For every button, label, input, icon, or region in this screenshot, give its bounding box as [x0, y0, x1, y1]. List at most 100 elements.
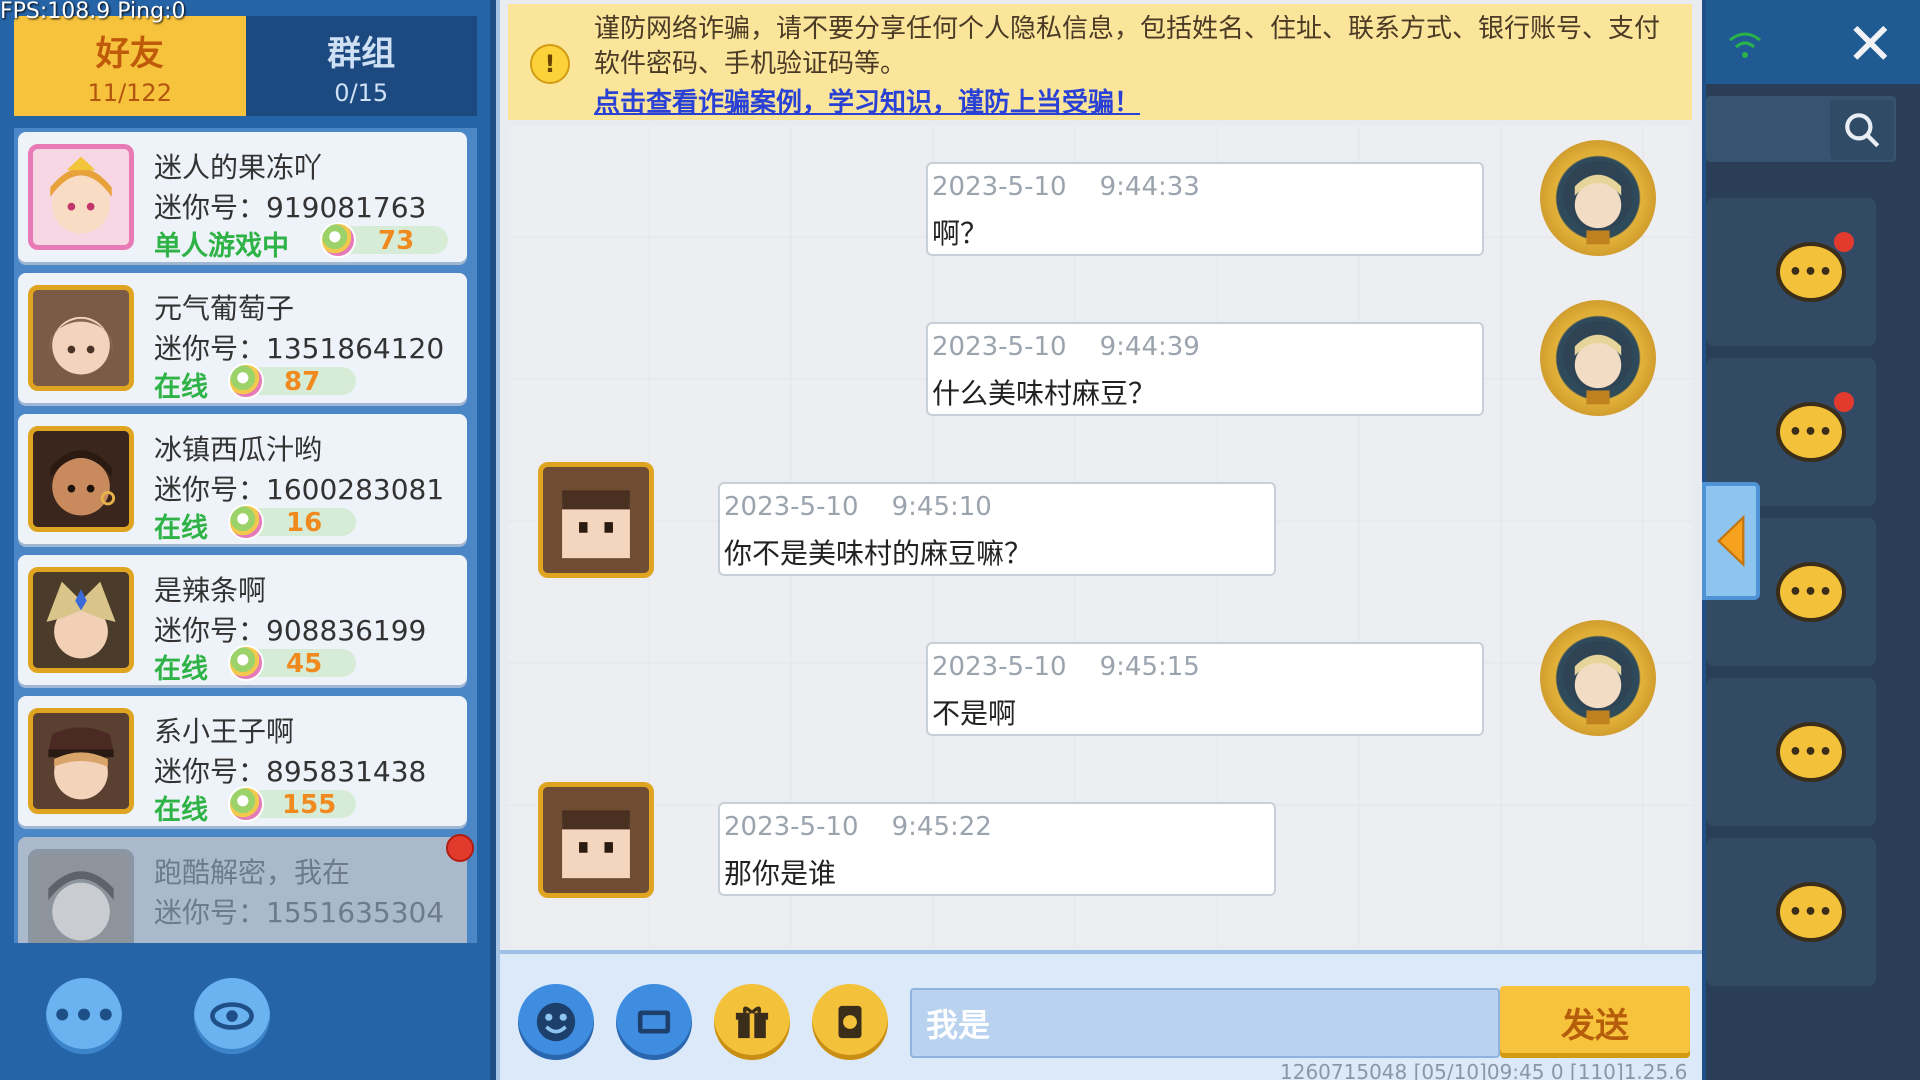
chat-bubble-dots: •••	[1788, 579, 1834, 605]
tab-friends-label: 好友	[95, 33, 164, 74]
notification-dot	[446, 834, 474, 862]
friend-name: 元气葡萄子	[154, 292, 295, 325]
search-button[interactable]	[1830, 100, 1894, 160]
friends-panel: 好友 11/122 群组 0/15 迷人的果冻吖 迷你号：919081763 单…	[0, 0, 490, 1080]
search-icon	[1845, 113, 1880, 148]
friend-status: 在线	[154, 795, 208, 826]
friend-card[interactable]: 系小王子啊 迷你号：895831438 在线 155	[18, 696, 467, 826]
message-text: 那你是谁	[724, 857, 837, 890]
level-badge-icon	[320, 222, 356, 258]
fps-readout: FPS:108.9 Ping:0	[0, 0, 186, 24]
warning-icon: !	[530, 44, 570, 84]
message-bubble: 2023-5-10 9:45:15 不是啊	[926, 642, 1484, 736]
friend-id: 迷你号：1551635304	[154, 896, 445, 929]
warning-text: 谨防网络诈骗，请不要分享任何个人隐私信息，包括姓名、住址、联系方式、银行账号、支…	[594, 14, 1661, 79]
friend-chat-avatar[interactable]	[538, 462, 654, 578]
friend-avatar	[28, 285, 134, 391]
level-badge-icon	[228, 645, 264, 681]
more-button[interactable]: •••	[46, 978, 122, 1054]
my-avatar[interactable]	[1540, 300, 1656, 416]
message-list[interactable]: 2023-5-10 9:44:33 啊？ 2023-5-10 9:44:39 什…	[508, 126, 1692, 946]
friend-list[interactable]: 迷人的果冻吖 迷你号：919081763 单人游戏中 73 元气葡萄子 迷你号：…	[14, 128, 477, 943]
message-time: 2023-5-10 9:45:15	[932, 652, 1200, 682]
level-badge-icon	[228, 504, 264, 540]
chat-window: ! 谨防网络诈骗，请不要分享任何个人隐私信息，包括姓名、住址、联系方式、银行账号…	[496, 0, 1702, 1080]
level-badge-icon	[228, 786, 264, 822]
quick-phrase-button[interactable]	[616, 984, 692, 1060]
build-info: 1260715048 [05/10]09:45 0 [110]1.25.6	[1280, 1060, 1688, 1080]
smiley-icon	[536, 1002, 576, 1042]
chat-input-bar: 发送 1260715048 [05/10]09:45 0 [110]1.25.6	[500, 950, 1702, 1080]
friend-chat-avatar[interactable]	[538, 782, 654, 898]
fraud-cases-link[interactable]: 点击查看诈骗案例，学习知识，谨防上当受骗！	[594, 82, 1140, 119]
view-eye-button[interactable]	[194, 978, 270, 1054]
friend-level: 155	[282, 790, 337, 820]
friend-card[interactable]: 元气葡萄子 迷你号：1351864120 在线 87	[18, 273, 467, 403]
close-button[interactable]: ✕	[1846, 10, 1895, 78]
friend-tabs: 好友 11/122 群组 0/15	[14, 16, 477, 116]
wifi-icon	[1729, 32, 1761, 58]
chat-bubble-icon: •••	[1776, 562, 1846, 622]
gift-icon	[735, 1006, 769, 1039]
my-avatar[interactable]	[1540, 620, 1656, 736]
friend-card[interactable]: 冰镇西瓜汁哟 迷你号：1600283081 在线 16	[18, 414, 467, 544]
friend-name: 跑酷解密，我在	[154, 856, 351, 889]
eye-icon	[210, 1002, 254, 1030]
friend-level: 45	[286, 649, 323, 679]
message-input[interactable]	[910, 988, 1500, 1058]
emoji-button[interactable]	[518, 984, 594, 1060]
send-button[interactable]: 发送	[1500, 986, 1690, 1058]
tab-groups-count: 0/15	[334, 78, 389, 107]
red-packet-button[interactable]	[812, 984, 888, 1060]
friend-card[interactable]: 跑酷解密，我在 迷你号：1551635304	[18, 837, 467, 943]
message-text: 你不是美味村的麻豆嘛？	[724, 537, 1033, 570]
friend-level: 16	[286, 508, 323, 538]
friend-id: 迷你号：1351864120	[154, 332, 445, 365]
message-text: 不是啊	[932, 697, 1017, 730]
friend-status: 单人游戏中	[154, 231, 289, 262]
friend-status: 在线	[154, 654, 208, 685]
chat-bubble-icon: •••	[1776, 882, 1846, 942]
message-bubble: 2023-5-10 9:44:39 什么美味村麻豆？	[926, 322, 1484, 416]
tab-friends-count: 11/122	[87, 78, 172, 107]
friend-card[interactable]: 迷人的果冻吖 迷你号：919081763 单人游戏中 73	[18, 132, 467, 262]
message-time: 2023-5-10 9:44:39	[932, 332, 1200, 362]
envelope-icon	[838, 1005, 862, 1039]
arrow-left-icon	[1717, 514, 1745, 568]
gift-button[interactable]	[714, 984, 790, 1060]
message-bubble: 2023-5-10 9:45:10 你不是美味村的麻豆嘛？	[718, 482, 1276, 576]
message-time: 2023-5-10 9:45:22	[724, 812, 992, 842]
friend-avatar	[28, 849, 134, 943]
friend-name: 系小王子啊	[154, 715, 295, 748]
tab-friends[interactable]: 好友 11/122	[14, 16, 246, 116]
message-bubble: 2023-5-10 9:45:22 那你是谁	[718, 802, 1276, 896]
message-time: 2023-5-10 9:45:10	[724, 492, 992, 522]
chat-bubble-icon: •••	[1776, 722, 1846, 782]
friend-card[interactable]: 是辣条啊 迷你号：908836199 在线 45	[18, 555, 467, 685]
message-time: 2023-5-10 9:44:33	[932, 172, 1200, 202]
tab-groups[interactable]: 群组 0/15	[245, 16, 477, 116]
collapse-panel-button[interactable]	[1702, 482, 1760, 600]
friend-avatar	[28, 144, 134, 250]
fraud-warning-banner: ! 谨防网络诈骗，请不要分享任何个人隐私信息，包括姓名、住址、联系方式、银行账号…	[508, 4, 1692, 120]
friend-id: 迷你号：1600283081	[154, 473, 445, 506]
chat-bubble-icon: •••	[1776, 242, 1846, 302]
keyboard-icon	[637, 1010, 671, 1034]
level-badge-icon	[228, 363, 264, 399]
side-chat-row[interactable]: •••	[1706, 838, 1876, 986]
chat-bubble-dots: •••	[1788, 419, 1834, 445]
message-text: 什么美味村麻豆？	[932, 377, 1157, 410]
friend-status: 在线	[154, 513, 208, 544]
unread-dot	[1834, 392, 1854, 412]
friend-id: 迷你号：895831438	[154, 755, 427, 788]
friend-avatar	[28, 567, 134, 673]
my-avatar[interactable]	[1540, 140, 1656, 256]
chat-bubble-icon: •••	[1776, 402, 1846, 462]
friend-avatar	[28, 708, 134, 814]
tab-groups-label: 群组	[327, 33, 396, 74]
message-text: 啊？	[932, 217, 989, 250]
friend-name: 冰镇西瓜汁哟	[154, 433, 323, 466]
side-chat-row[interactable]: •••	[1706, 198, 1876, 346]
right-header: ✕	[1706, 0, 1920, 84]
side-chat-row[interactable]: •••	[1706, 678, 1876, 826]
